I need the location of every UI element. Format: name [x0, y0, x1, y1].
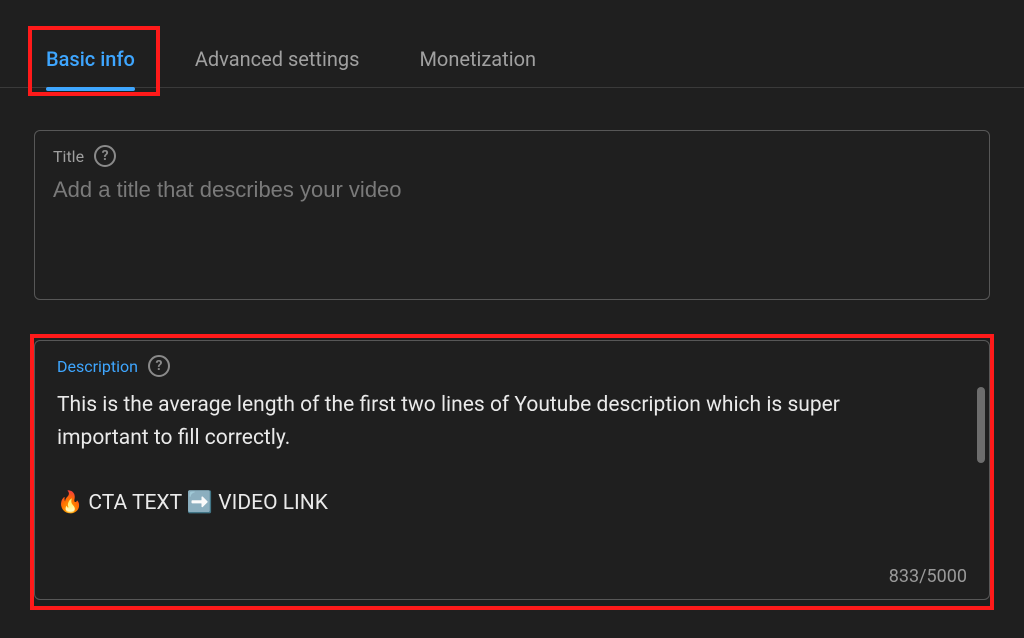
- title-field[interactable]: Title ?: [34, 130, 990, 300]
- description-char-counter: 833/5000: [889, 566, 967, 587]
- description-help-icon[interactable]: ?: [148, 355, 170, 377]
- description-label: Description: [57, 357, 138, 376]
- description-textarea[interactable]: This is the average length of the first …: [57, 389, 931, 519]
- description-scrollbar-thumb[interactable]: [977, 387, 985, 463]
- description-field[interactable]: Description ? This is the average length…: [34, 340, 990, 600]
- title-help-icon[interactable]: ?: [94, 145, 116, 167]
- title-input[interactable]: [53, 177, 971, 203]
- tab-advanced-settings[interactable]: Advanced settings: [193, 43, 362, 75]
- tab-monetization[interactable]: Monetization: [417, 43, 538, 75]
- tabs: Basic info Advanced settings Monetizatio…: [0, 30, 1024, 88]
- tab-basic-info[interactable]: Basic info: [44, 43, 137, 75]
- title-label: Title: [53, 147, 84, 166]
